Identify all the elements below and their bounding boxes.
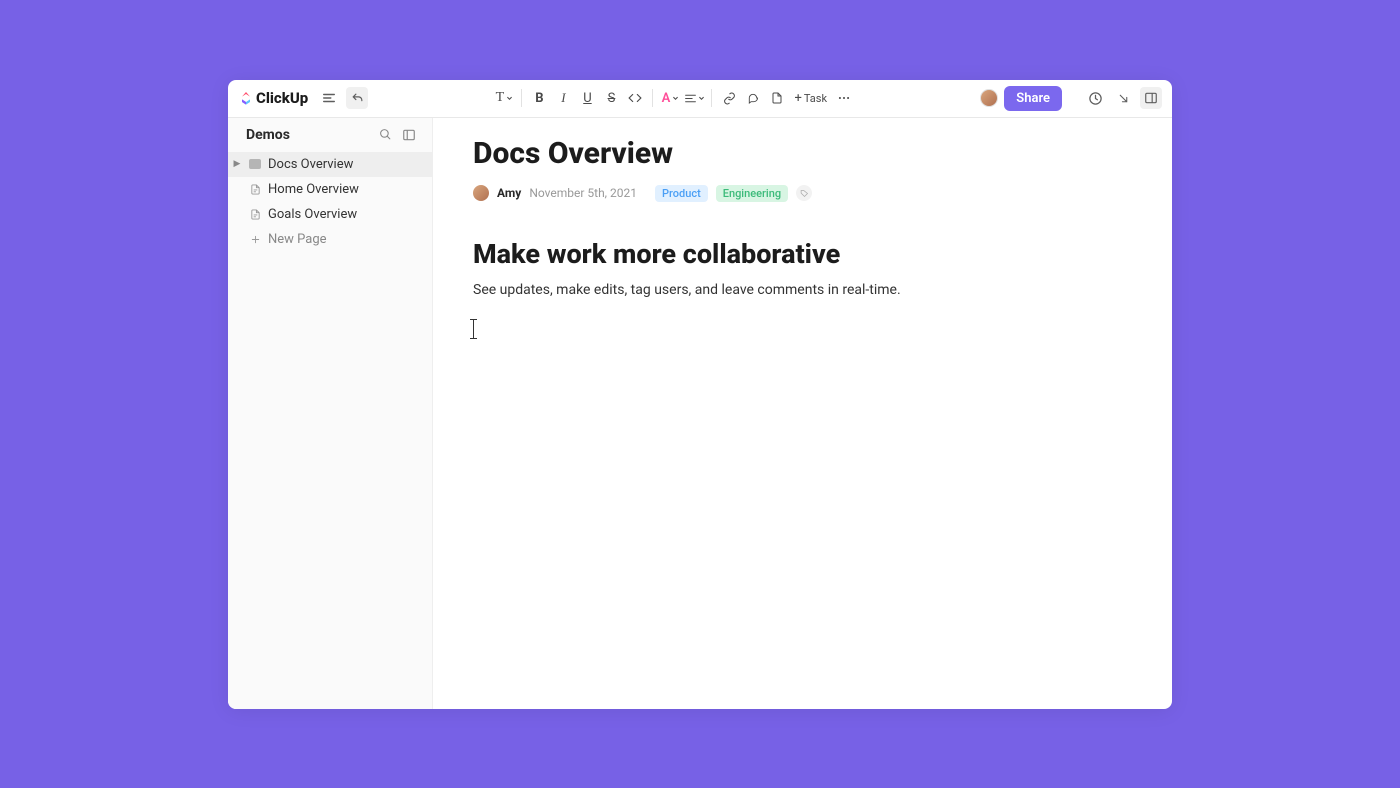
- doc-date: November 5th, 2021: [529, 186, 637, 200]
- separator: [521, 89, 522, 107]
- attach-button[interactable]: [766, 87, 788, 109]
- author-name: Amy: [497, 186, 521, 200]
- text-cursor: [473, 319, 474, 339]
- sidebar-item-home-overview[interactable]: ▶ Home Overview: [228, 177, 432, 202]
- comment-icon: [747, 92, 760, 105]
- separator: [711, 89, 712, 107]
- plus-icon: [248, 232, 262, 246]
- search-icon: [379, 128, 392, 141]
- panel-icon: [402, 128, 416, 142]
- sidebar: Demos ▶ Docs Overview ▶: [228, 118, 433, 709]
- share-button[interactable]: Share: [1004, 86, 1062, 111]
- format-toolbar: T B I U S A: [493, 87, 855, 109]
- code-button[interactable]: [624, 87, 646, 109]
- sidebar-title: Demos: [246, 127, 370, 143]
- doc-icon: [248, 182, 262, 196]
- comment-button[interactable]: [742, 87, 764, 109]
- sidebar-items: ▶ Docs Overview ▶ Home Overview ▶: [228, 152, 432, 252]
- section-heading[interactable]: Make work more collaborative: [473, 238, 1132, 270]
- menu-toggle-button[interactable]: [318, 87, 340, 109]
- chevron-right-icon: ▶: [232, 159, 242, 169]
- italic-button[interactable]: I: [552, 87, 574, 109]
- link-icon: [723, 92, 736, 105]
- search-button[interactable]: [376, 126, 394, 144]
- file-icon: [771, 92, 783, 104]
- clock-icon: [1088, 91, 1103, 106]
- body: Demos ▶ Docs Overview ▶: [228, 118, 1172, 709]
- underline-button[interactable]: U: [576, 87, 598, 109]
- undo-icon: [351, 92, 364, 105]
- page-title[interactable]: Docs Overview: [473, 136, 1132, 171]
- right-tools: Share: [980, 86, 1162, 111]
- top-bar: ClickUp T B I U S A: [228, 80, 1172, 118]
- more-button[interactable]: [833, 87, 855, 109]
- panel-icon: [1144, 91, 1158, 105]
- align-icon: [684, 92, 697, 105]
- expand-button[interactable]: [1112, 87, 1134, 109]
- doc-filled-icon: [248, 157, 262, 171]
- sidebar-item-goals-overview[interactable]: ▶ Goals Overview: [228, 202, 432, 227]
- code-icon: [628, 91, 642, 105]
- text-style-dropdown[interactable]: T: [493, 87, 515, 109]
- chevron-down-icon: [698, 95, 705, 102]
- task-label: Task: [804, 92, 827, 105]
- sidebar-item-label: Goals Overview: [268, 207, 357, 222]
- separator: [652, 89, 653, 107]
- chevron-down-icon: [672, 95, 679, 102]
- bold-button[interactable]: B: [528, 87, 550, 109]
- link-button[interactable]: [718, 87, 740, 109]
- body-paragraph[interactable]: See updates, make edits, tag users, and …: [473, 280, 1132, 301]
- new-page-label: New Page: [268, 232, 327, 247]
- sidebar-panel-button[interactable]: [400, 126, 418, 144]
- strikethrough-button[interactable]: S: [600, 87, 622, 109]
- add-task-button[interactable]: + Task: [790, 91, 831, 106]
- tag-product[interactable]: Product: [655, 185, 708, 202]
- doc-meta: Amy November 5th, 2021 Product Engineeri…: [473, 185, 1132, 202]
- sidebar-item-label: Home Overview: [268, 182, 359, 197]
- author-avatar[interactable]: [473, 185, 489, 201]
- chevron-down-icon: [506, 95, 513, 102]
- undo-button[interactable]: [346, 87, 368, 109]
- add-tag-button[interactable]: [796, 185, 812, 201]
- text-color-button[interactable]: A: [659, 87, 681, 109]
- panel-toggle-button[interactable]: [1140, 87, 1162, 109]
- menu-icon: [322, 91, 336, 105]
- doc-icon: [248, 207, 262, 221]
- sidebar-item-docs-overview[interactable]: ▶ Docs Overview: [228, 152, 432, 177]
- user-avatar[interactable]: [980, 89, 998, 107]
- logo-text: ClickUp: [256, 89, 308, 107]
- sidebar-item-label: Docs Overview: [268, 157, 353, 172]
- arrow-diagonal-icon: [1117, 92, 1130, 105]
- more-icon: [837, 91, 851, 105]
- logo[interactable]: ClickUp: [238, 89, 308, 107]
- align-button[interactable]: [683, 87, 705, 109]
- history-button[interactable]: [1084, 87, 1106, 109]
- main-content[interactable]: Docs Overview Amy November 5th, 2021 Pro…: [433, 118, 1172, 709]
- tag-engineering[interactable]: Engineering: [716, 185, 788, 202]
- tag-icon: [800, 189, 809, 198]
- new-page-button[interactable]: New Page: [228, 227, 432, 252]
- sidebar-header: Demos: [228, 118, 432, 152]
- logo-icon: [238, 90, 254, 106]
- app-window: ClickUp T B I U S A: [228, 80, 1172, 709]
